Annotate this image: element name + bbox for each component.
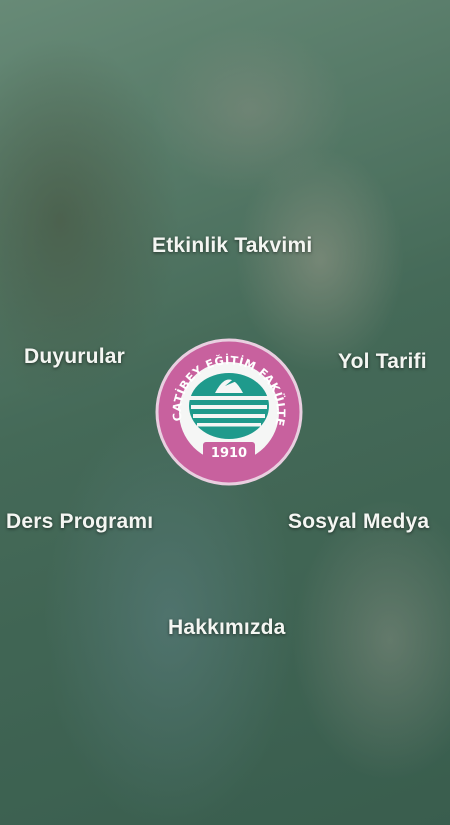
logo-year: 1910 — [211, 446, 247, 461]
menu-item-announcements[interactable]: Duyurular — [24, 345, 125, 369]
faculty-logo[interactable]: NECATİBEY EĞİTİM FAKÜLTESİ 1910 — [155, 338, 303, 486]
menu-item-course-schedule[interactable]: Ders Programı — [6, 510, 153, 534]
menu-item-events-calendar[interactable]: Etkinlik Takvimi — [152, 234, 312, 258]
faculty-seal-icon: NECATİBEY EĞİTİM FAKÜLTESİ 1910 — [155, 338, 303, 486]
menu-item-directions[interactable]: Yol Tarifi — [338, 350, 427, 374]
menu-item-about[interactable]: Hakkımızda — [168, 616, 286, 640]
menu-item-social-media[interactable]: Sosyal Medya — [288, 510, 429, 534]
